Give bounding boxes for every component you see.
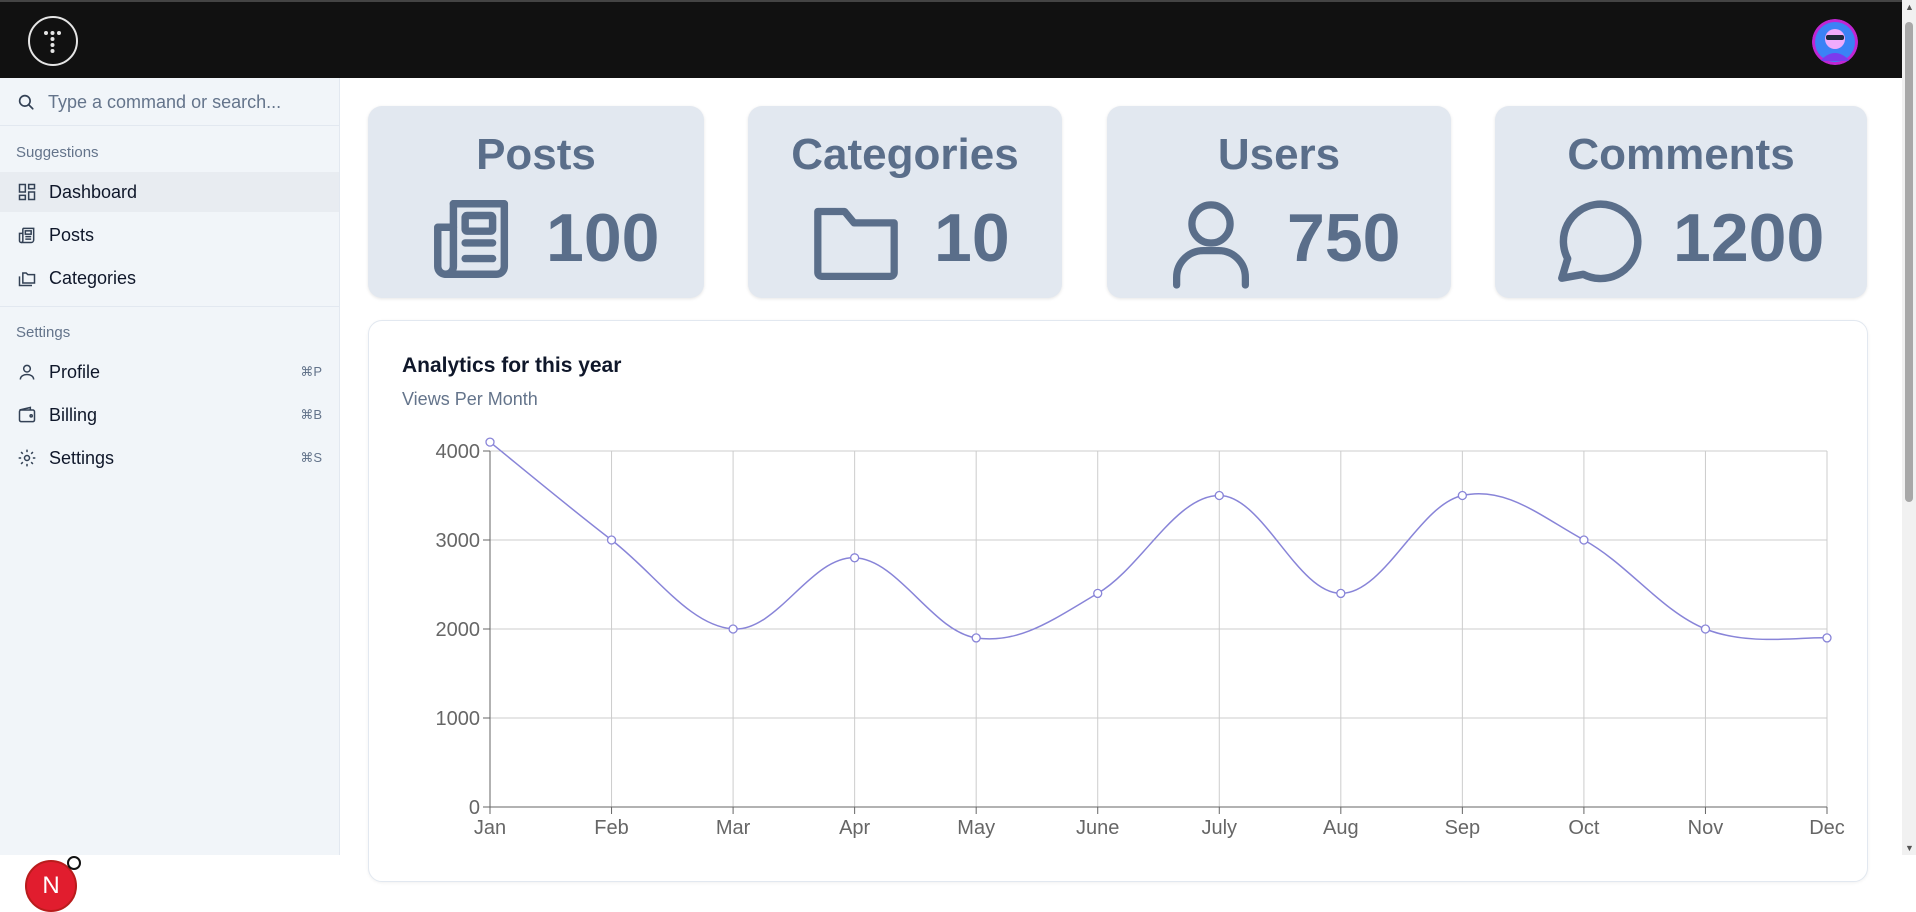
sidebar-item-label: Settings <box>49 447 115 468</box>
folders-icon <box>16 267 38 289</box>
sidebar-item-label: Dashboard <box>49 181 138 202</box>
user-avatar[interactable] <box>1812 19 1858 65</box>
profile-shortcut: ⌘P <box>300 364 322 379</box>
x-tick-label: Jan <box>474 817 506 839</box>
sidebar-item-posts[interactable]: Posts <box>0 215 339 255</box>
x-tick-label: May <box>957 817 995 839</box>
scroll-up-arrow-icon[interactable]: ▲ <box>1905 2 1914 12</box>
x-tick-label: Sep <box>1445 817 1481 839</box>
data-point <box>1822 633 1832 643</box>
sidebar-item-settings[interactable]: Settings ⌘S <box>0 438 339 478</box>
newspaper-icon <box>434 200 509 278</box>
x-tick-label: Apr <box>839 817 870 839</box>
page-scrollbar[interactable]: ▲ ▼ <box>1902 0 1916 855</box>
stat-value: 750 <box>1287 200 1401 276</box>
sidebar-item-dashboard[interactable]: Dashboard <box>0 172 339 212</box>
y-tick-label: 3000 <box>436 530 481 552</box>
data-point <box>1700 624 1711 634</box>
data-point <box>485 437 495 447</box>
x-tick-label: Mar <box>716 817 751 839</box>
data-point <box>1336 588 1346 599</box>
folder-icon <box>814 207 898 280</box>
user-icon <box>16 361 38 383</box>
y-tick-label: 2000 <box>436 619 481 641</box>
x-tick-label: July <box>1201 817 1237 839</box>
app-logo-icon[interactable] <box>28 16 78 66</box>
sidebar-item-label: Billing <box>49 404 98 425</box>
top-bar <box>0 0 1916 78</box>
stat-title: Posts <box>476 130 596 179</box>
y-tick-label: 1000 <box>436 708 481 730</box>
notification-dot <box>67 856 81 870</box>
command-search <box>0 78 340 126</box>
sidebar-item-label: Profile <box>49 361 101 382</box>
sidebar-item-profile[interactable]: Profile ⌘P <box>0 352 339 392</box>
command-search-input[interactable] <box>48 88 328 116</box>
gear-icon <box>16 447 38 469</box>
stat-title: Categories <box>791 130 1019 179</box>
analytics-panel: Analytics for this year Views Per Month … <box>368 320 1868 882</box>
sidebar-divider <box>0 306 339 307</box>
user-icon <box>1173 201 1249 289</box>
x-tick-label: Feb <box>594 817 628 839</box>
views-line-chart: 0 1000 2000 3000 4000 Jan Feb Mar Apr May June July… <box>436 437 1845 839</box>
x-tick-label: Dec <box>1809 817 1845 839</box>
data-point <box>971 633 981 643</box>
sidebar: Suggestions Dashboard Posts Categories S… <box>0 78 340 912</box>
data-point <box>728 624 738 634</box>
scroll-down-arrow-icon[interactable]: ▼ <box>1905 843 1914 853</box>
settings-heading: Settings <box>16 324 71 341</box>
x-tick-label: Nov <box>1688 817 1724 839</box>
y-tick-label: 0 <box>469 797 480 819</box>
data-point <box>606 535 617 545</box>
wallet-icon <box>16 404 38 426</box>
stat-card-comments: Comments 1200 <box>1495 106 1867 298</box>
stat-value: 10 <box>934 200 1010 276</box>
newspaper-icon <box>16 224 38 246</box>
views-series-line <box>489 441 1828 641</box>
stat-value: 100 <box>546 200 660 276</box>
stat-value: 1200 <box>1673 200 1825 276</box>
badge-letter: N <box>42 872 60 899</box>
data-point <box>1093 588 1103 599</box>
sidebar-item-categories[interactable]: Categories <box>0 258 339 298</box>
y-tick-label: 4000 <box>436 441 481 463</box>
scrollbar-thumb[interactable] <box>1905 22 1913 502</box>
billing-shortcut: ⌘B <box>300 407 322 422</box>
data-point <box>1579 535 1589 545</box>
notification-badge-button[interactable]: N <box>25 856 81 912</box>
data-point <box>849 553 860 563</box>
stat-title: Users <box>1217 130 1341 179</box>
stat-title: Comments <box>1567 130 1795 179</box>
data-point <box>1457 490 1468 501</box>
sidebar-item-billing[interactable]: Billing ⌘B <box>0 395 339 435</box>
settings-shortcut: ⌘S <box>300 450 322 465</box>
comment-icon <box>1558 200 1642 283</box>
x-tick-label: Aug <box>1323 817 1359 839</box>
stat-card-posts: Posts 100 <box>368 106 704 298</box>
x-tick-label: June <box>1076 817 1119 839</box>
sidebar-item-label: Categories <box>49 267 137 288</box>
dashboard-icon <box>16 181 38 203</box>
search-icon <box>18 94 34 110</box>
data-point <box>1214 490 1224 501</box>
stat-card-categories: Categories 10 <box>748 106 1062 298</box>
sidebar-item-label: Posts <box>49 224 95 245</box>
suggestions-heading: Suggestions <box>16 144 99 161</box>
x-tick-label: Oct <box>1568 817 1600 839</box>
stat-card-users: Users 750 <box>1107 106 1451 298</box>
